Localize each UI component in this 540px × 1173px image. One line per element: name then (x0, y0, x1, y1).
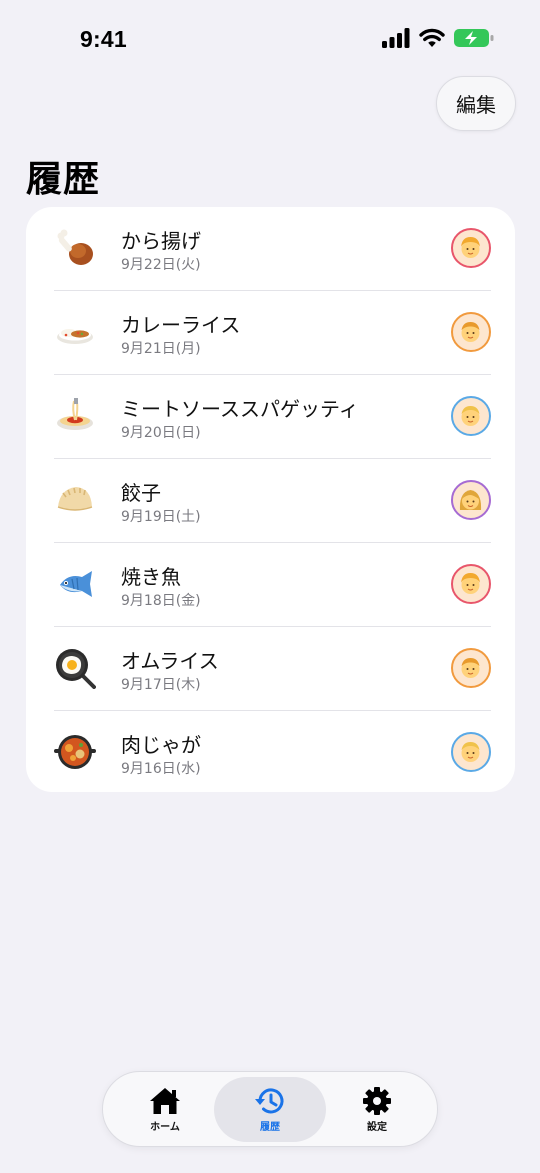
avatar (451, 480, 491, 520)
food-name: 餃子 (121, 481, 161, 505)
tab-settings[interactable]: 設定 (321, 1077, 433, 1142)
dumpling-icon (57, 487, 93, 511)
food-name: オムライス (121, 649, 219, 673)
tab-home[interactable]: ホーム (109, 1077, 221, 1142)
avatar (451, 564, 491, 604)
tab-bar: ホーム 履歴 設定 (102, 1071, 438, 1147)
food-date: 9月22日(火) (121, 257, 201, 273)
edit-button[interactable]: 編集 (436, 76, 516, 131)
tab-history[interactable]: 履歴 (214, 1077, 326, 1142)
fried-egg-pan-icon (56, 649, 96, 689)
food-date: 9月18日(金) (121, 593, 201, 609)
avatar (451, 396, 491, 436)
history-row[interactable]: 焼き魚 9月18日(金) (26, 543, 515, 627)
food-date: 9月21日(月) (121, 341, 201, 357)
page-title: 履歴 (26, 159, 101, 200)
history-icon (255, 1088, 284, 1114)
history-row[interactable]: カレーライス 9月21日(月) (26, 291, 515, 375)
food-name: 肉じゃが (121, 733, 201, 757)
avatar (451, 648, 491, 688)
food-name: 焼き魚 (121, 565, 181, 589)
food-date: 9月20日(日) (121, 425, 201, 441)
battery-charging-icon (454, 29, 494, 47)
curry-rice-icon (57, 329, 93, 344)
tab-label: 履歴 (260, 1122, 280, 1133)
avatar (451, 228, 491, 268)
food-name: ミートソーススパゲッティ (121, 397, 359, 421)
food-name: カレーライス (121, 313, 241, 337)
history-row[interactable]: 餃子 9月19日(土) (26, 459, 515, 543)
fried-chicken-icon (57, 229, 93, 265)
history-row[interactable]: オムライス 9月17日(木) (26, 627, 515, 711)
cellular-signal-icon (382, 28, 410, 48)
fish-icon (60, 571, 92, 597)
status-icons (382, 28, 494, 48)
gear-icon (363, 1087, 391, 1115)
stew-pot-icon (54, 735, 96, 769)
wifi-icon (419, 28, 445, 47)
food-date: 9月16日(水) (121, 761, 201, 777)
history-list: から揚げ 9月22日(火) カレーライス 9月21日(月) ミートソーススパゲッ… (26, 207, 515, 792)
avatar (451, 732, 491, 772)
food-name: から揚げ (121, 229, 201, 253)
history-row[interactable]: ミートソーススパゲッティ 9月20日(日) (26, 375, 515, 459)
tab-label: ホーム (150, 1122, 180, 1133)
food-date: 9月19日(土) (121, 509, 201, 525)
status-time: 9:41 (80, 26, 127, 52)
avatar (451, 312, 491, 352)
status-bar: 9:41 (0, 0, 540, 80)
food-date: 9月17日(木) (121, 677, 201, 693)
history-row[interactable]: 肉じゃが 9月16日(水) (26, 711, 515, 795)
history-row[interactable]: から揚げ 9月22日(火) (26, 207, 515, 291)
house-icon (150, 1088, 180, 1114)
tab-label: 設定 (367, 1122, 387, 1133)
spaghetti-icon (57, 398, 93, 430)
